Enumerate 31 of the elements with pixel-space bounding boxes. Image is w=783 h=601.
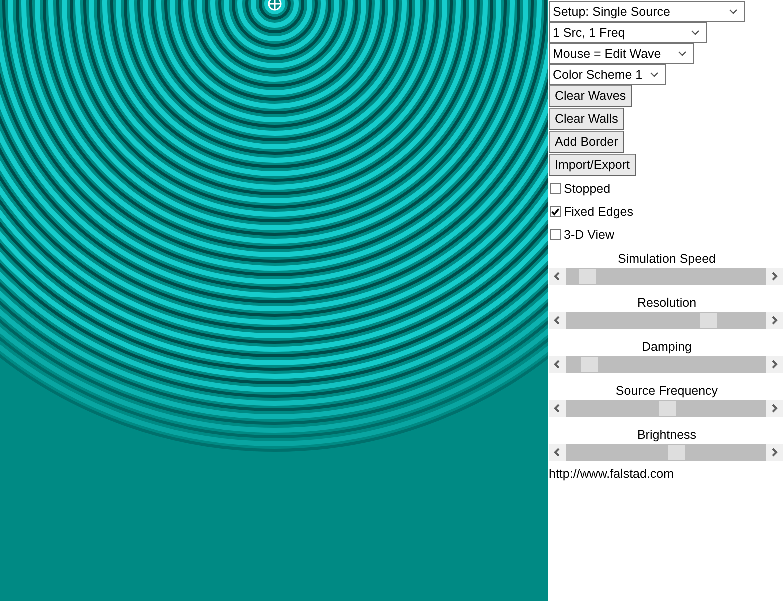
checkbox-label: Stopped [564, 182, 611, 196]
checkbox[interactable] [550, 206, 561, 217]
dropdown[interactable]: Color Scheme 1 [549, 64, 666, 85]
slider-thumb[interactable] [580, 357, 598, 372]
checkbox[interactable] [550, 229, 561, 240]
action-button[interactable]: Clear Waves [549, 85, 632, 107]
slider-label: Damping [640, 339, 694, 356]
website-link[interactable]: http://www.falstad.com [549, 467, 674, 481]
slider-label: Brightness [636, 427, 698, 444]
slider-thumb[interactable] [668, 445, 686, 460]
slider-thumb[interactable] [659, 401, 676, 416]
chevron-down-icon [650, 72, 659, 78]
checkbox-label: 3-D View [564, 228, 614, 242]
action-button[interactable]: Import/Export [549, 154, 636, 176]
checkbox[interactable] [550, 183, 561, 194]
chevron-down-icon [729, 8, 738, 14]
action-button[interactable]: Clear Walls [549, 108, 624, 130]
slider-label: Resolution [636, 295, 698, 312]
dropdown[interactable]: Setup: Single Source [549, 1, 745, 22]
slider-label: Source Frequency [614, 383, 720, 400]
action-button[interactable]: Add Border [549, 131, 624, 153]
checkbox-label: Fixed Edges [564, 204, 634, 218]
wave-simulation-drawing[interactable] [0, 0, 548, 601]
chevron-down-icon [691, 30, 700, 36]
slider-label: Simulation Speed [617, 251, 717, 268]
chevron-down-icon [678, 50, 687, 56]
dropdown[interactable]: Mouse = Edit Wave [549, 43, 694, 64]
source-icon[interactable] [268, 0, 282, 11]
slider-thumb[interactable] [700, 313, 717, 328]
dropdown[interactable]: 1 Src, 1 Freq [549, 22, 707, 43]
slider-thumb[interactable] [578, 269, 596, 284]
